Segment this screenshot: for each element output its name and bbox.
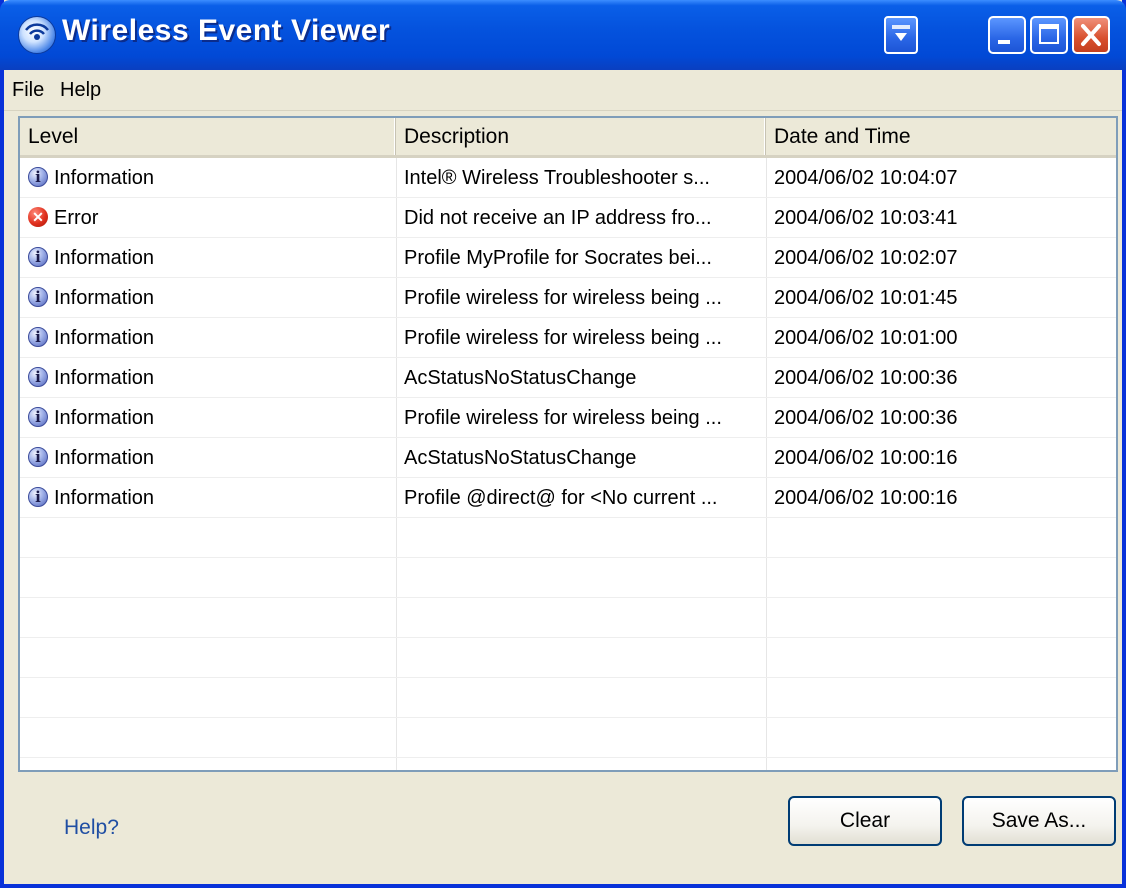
empty-row <box>20 518 1116 558</box>
wireless-event-viewer-window: Wireless Event Viewer File Help Level De… <box>0 0 1126 888</box>
empty-row <box>20 598 1116 638</box>
cell-datetime: 2004/06/02 10:02:07 <box>774 247 958 269</box>
info-icon <box>28 247 48 267</box>
column-header-description[interactable]: Description <box>396 118 766 155</box>
maximize-button[interactable] <box>1030 16 1068 54</box>
cell-description: AcStatusNoStatusChange <box>404 447 637 469</box>
cell-level: Information <box>54 367 155 389</box>
tray-arrow-icon <box>892 25 910 41</box>
info-icon <box>28 167 48 187</box>
table-row[interactable]: Information Profile wireless for wireless… <box>20 318 1116 358</box>
cell-description: Intel® Wireless Troubleshooter s... <box>404 167 710 189</box>
cell-level: Information <box>54 487 155 509</box>
empty-row <box>20 758 1116 770</box>
table-row[interactable]: Information Profile MyProfile for Socrate… <box>20 238 1116 278</box>
cell-level: Information <box>54 447 155 469</box>
tray-dropdown-button[interactable] <box>884 16 918 54</box>
clear-button[interactable]: Clear <box>788 796 942 846</box>
table-row[interactable]: Information Intel® Wireless Troubleshoote… <box>20 158 1116 198</box>
wireless-app-icon <box>18 16 56 54</box>
cell-datetime: 2004/06/02 10:00:36 <box>774 407 958 429</box>
cell-datetime: 2004/06/02 10:01:45 <box>774 287 958 309</box>
info-icon <box>28 327 48 347</box>
cell-level: Information <box>54 407 155 429</box>
title-bar[interactable]: Wireless Event Viewer <box>0 0 1126 70</box>
info-icon <box>28 447 48 467</box>
close-icon <box>1081 24 1101 46</box>
table-row[interactable]: Information AcStatusNoStatusChange 2004/06… <box>20 358 1116 398</box>
event-list[interactable]: Level Description Date and Time Informat… <box>18 116 1118 772</box>
window-title: Wireless Event Viewer <box>62 14 391 47</box>
cell-datetime: 2004/06/02 10:04:07 <box>774 167 958 189</box>
column-header-datetime[interactable]: Date and Time <box>766 118 1116 155</box>
cell-datetime: 2004/06/02 10:01:00 <box>774 327 958 349</box>
menu-help[interactable]: Help <box>60 79 101 102</box>
table-row[interactable]: Error Did not receive an IP address fro..… <box>20 198 1116 238</box>
empty-row <box>20 638 1116 678</box>
cell-datetime: 2004/06/02 10:00:16 <box>774 487 958 509</box>
minimize-icon <box>998 40 1010 44</box>
cell-level: Information <box>54 327 155 349</box>
help-link[interactable]: Help? <box>64 816 119 840</box>
info-icon <box>28 367 48 387</box>
table-row[interactable]: Information Profile wireless for wireless… <box>20 398 1116 438</box>
error-icon <box>28 207 48 227</box>
empty-row <box>20 678 1116 718</box>
cell-description: Did not receive an IP address fro... <box>404 207 712 229</box>
menu-bar: File Help <box>4 70 1122 111</box>
save-as-button[interactable]: Save As... <box>962 796 1116 846</box>
cell-description: Profile MyProfile for Socrates bei... <box>404 247 712 269</box>
empty-row <box>20 558 1116 598</box>
table-row[interactable]: Information Profile wireless for wireless… <box>20 278 1116 318</box>
column-header-level[interactable]: Level <box>20 118 396 155</box>
cell-description: Profile @direct@ for <No current ... <box>404 487 718 509</box>
table-row[interactable]: Information AcStatusNoStatusChange 2004/06… <box>20 438 1116 478</box>
cell-datetime: 2004/06/02 10:00:16 <box>774 447 958 469</box>
cell-description: Profile wireless for wireless being ... <box>404 407 722 429</box>
cell-level: Information <box>54 167 155 189</box>
cell-datetime: 2004/06/02 10:03:41 <box>774 207 958 229</box>
cell-description: AcStatusNoStatusChange <box>404 367 637 389</box>
event-rows: Information Intel® Wireless Troubleshoote… <box>20 158 1116 770</box>
empty-row <box>20 718 1116 758</box>
cell-level: Information <box>54 287 155 309</box>
cell-datetime: 2004/06/02 10:00:36 <box>774 367 958 389</box>
cell-level: Error <box>54 207 99 229</box>
maximize-icon <box>1039 24 1059 44</box>
list-header: Level Description Date and Time <box>20 118 1116 158</box>
close-button[interactable] <box>1072 16 1110 54</box>
menu-file[interactable]: File <box>12 79 44 102</box>
table-row[interactable]: Information Profile @direct@ for <No curr… <box>20 478 1116 518</box>
info-icon <box>28 487 48 507</box>
cell-description: Profile wireless for wireless being ... <box>404 327 722 349</box>
info-icon <box>28 287 48 307</box>
info-icon <box>28 407 48 427</box>
minimize-button[interactable] <box>988 16 1026 54</box>
cell-description: Profile wireless for wireless being ... <box>404 287 722 309</box>
cell-level: Information <box>54 247 155 269</box>
